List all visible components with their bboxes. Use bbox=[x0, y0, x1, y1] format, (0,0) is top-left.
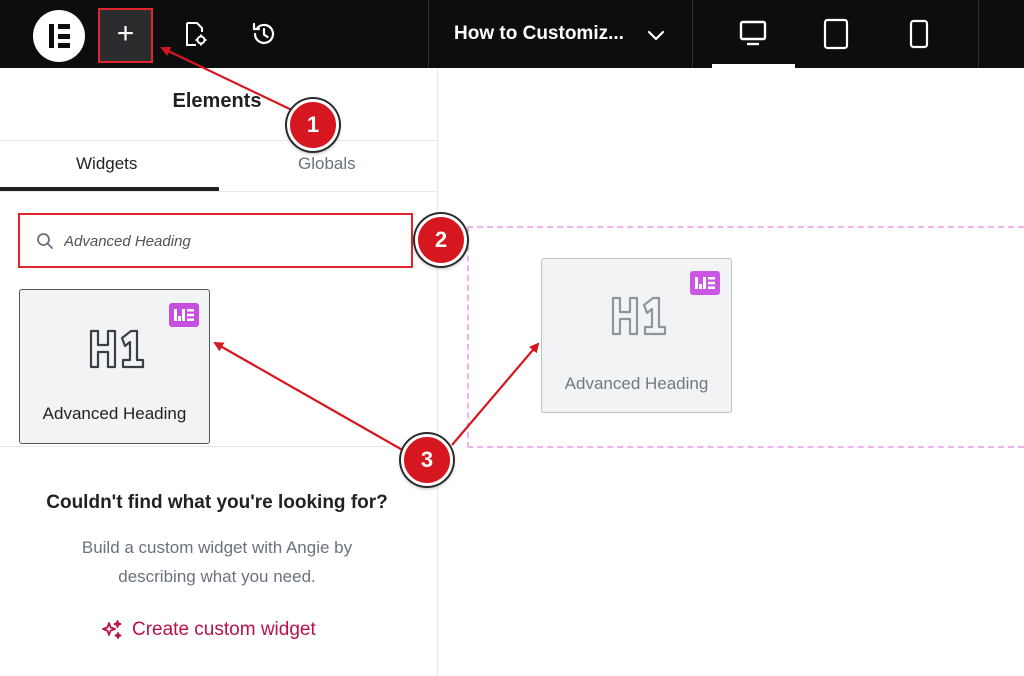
step-badge: 3 bbox=[401, 434, 453, 486]
search-input[interactable] bbox=[64, 225, 394, 257]
pro-badge-icon bbox=[690, 271, 720, 295]
divider bbox=[0, 140, 437, 141]
divider bbox=[0, 446, 437, 447]
search-icon bbox=[37, 233, 53, 249]
h1-icon bbox=[89, 329, 145, 369]
not-found-description: Build a custom widget with Angie by bbox=[81, 538, 353, 557]
tab-globals[interactable]: Globals bbox=[298, 154, 356, 174]
elements-panel: Elements Widgets Globals Advanced Headin bbox=[0, 68, 438, 676]
chevron-down-icon[interactable] bbox=[645, 25, 667, 45]
step-badge: 1 bbox=[287, 99, 339, 151]
page-settings-icon bbox=[186, 22, 207, 46]
dragged-widget[interactable]: Advanced Heading bbox=[541, 258, 732, 413]
create-custom-widget-link[interactable]: Create custom widget bbox=[100, 618, 316, 642]
divider bbox=[0, 191, 437, 192]
tab-widgets[interactable]: Widgets bbox=[76, 154, 137, 174]
desktop-view-button[interactable] bbox=[733, 14, 773, 54]
history-icon bbox=[252, 22, 275, 44]
toolbar-divider bbox=[428, 0, 429, 68]
sparkle-icon bbox=[102, 620, 122, 639]
pro-badge-icon bbox=[169, 303, 199, 327]
tablet-icon bbox=[823, 18, 849, 50]
h1-icon bbox=[611, 296, 667, 336]
toolbar-divider bbox=[978, 0, 979, 68]
toolbar-divider bbox=[692, 0, 693, 68]
mobile-view-button[interactable] bbox=[899, 14, 939, 54]
not-found-description: describing what you need. bbox=[118, 567, 316, 586]
widget-label: Advanced Heading bbox=[42, 404, 187, 423]
history-button[interactable] bbox=[247, 0, 281, 68]
top-bar: + How to Customiz... bbox=[0, 0, 1024, 68]
elementor-logo-icon[interactable] bbox=[33, 10, 85, 62]
widget-label: Advanced Heading bbox=[564, 374, 709, 393]
search-box[interactable] bbox=[18, 213, 413, 268]
document-title[interactable]: How to Customiz... bbox=[454, 0, 624, 68]
advanced-heading-widget[interactable]: Advanced Heading bbox=[19, 289, 210, 444]
plus-icon: + bbox=[116, 17, 135, 50]
not-found-title: Couldn't find what you're looking for? bbox=[46, 492, 388, 513]
panel-title: Elements bbox=[172, 90, 262, 112]
create-custom-widget-label: Create custom widget bbox=[132, 619, 316, 640]
add-element-button[interactable]: + bbox=[98, 8, 153, 63]
tablet-view-button[interactable] bbox=[816, 14, 856, 54]
page-settings-button[interactable] bbox=[178, 0, 212, 68]
step-badge: 2 bbox=[415, 214, 467, 266]
desktop-icon bbox=[739, 20, 767, 46]
mobile-icon bbox=[909, 19, 929, 49]
